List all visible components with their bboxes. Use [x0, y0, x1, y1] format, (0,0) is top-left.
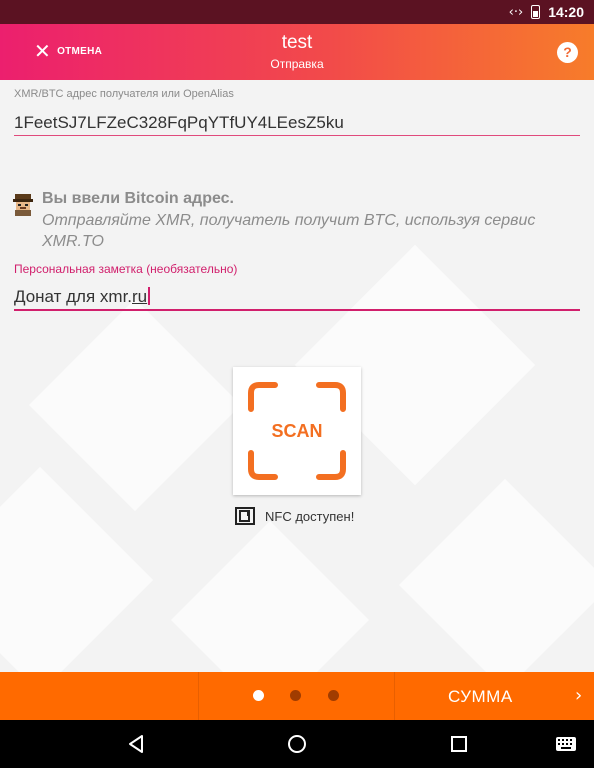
toolbar: ✕ ОТМЕНА test Отправка ?: [0, 24, 594, 80]
page-indicator-dot: [290, 690, 301, 701]
scan-qr-button[interactable]: SCAN: [233, 367, 361, 495]
screen-subtitle: Отправка: [270, 57, 324, 71]
status-bar: ‹·› 14:20: [0, 0, 594, 24]
chevron-right-icon: ›: [575, 685, 583, 706]
status-time: 14:20: [548, 4, 584, 20]
divider: [198, 672, 199, 720]
data-sync-icon: ‹·›: [508, 4, 524, 20]
note-input[interactable]: Донат для xmr.ru: [14, 287, 150, 307]
page-indicator-dot-active: [253, 690, 264, 701]
note-text: Донат для xmr.: [14, 287, 133, 306]
address-input[interactable]: 1FeetSJ7LFZeC328FqPqYTfUY4LEesZ5ku: [14, 113, 344, 133]
send-form: XMR/BTC адрес получателя или OpenAlias 1…: [0, 80, 594, 672]
scan-label: SCAN: [271, 421, 323, 441]
nfc-label: NFC доступен!: [265, 508, 355, 524]
home-icon[interactable]: [287, 734, 307, 754]
background-shape: [171, 521, 369, 672]
background-shape: [28, 298, 242, 512]
nfc-icon: [235, 507, 255, 525]
back-icon[interactable]: [126, 734, 146, 754]
text-cursor: [148, 287, 150, 305]
next-button-label: СУММА: [448, 687, 513, 706]
next-button[interactable]: СУММА ›: [395, 672, 594, 720]
xmrto-avatar-icon: [13, 194, 33, 216]
note-text-spellcheck: ru: [132, 287, 148, 306]
keyboard-icon[interactable]: [555, 736, 577, 752]
wizard-bottom-bar: СУММА ›: [0, 672, 594, 720]
address-underline: [14, 135, 580, 136]
system-nav-bar: [0, 720, 594, 768]
background-shape: [398, 478, 594, 672]
address-label: XMR/BTC адрес получателя или OpenAlias: [14, 88, 234, 100]
wallet-title: test: [281, 32, 313, 53]
note-underline: [14, 309, 580, 311]
page-indicator-dot: [328, 690, 339, 701]
recents-icon[interactable]: [450, 734, 468, 754]
nfc-status: NFC доступен!: [235, 507, 354, 525]
note-label: Персональная заметка (необязательно): [14, 262, 238, 276]
help-button[interactable]: ?: [557, 42, 578, 63]
battery-icon: [531, 5, 541, 19]
bitcoin-notice-description: Отправляйте XMR, получатель получит BTC,…: [42, 212, 536, 250]
bitcoin-notice-title: Вы ввели Bitcoin адрес.: [42, 190, 234, 207]
